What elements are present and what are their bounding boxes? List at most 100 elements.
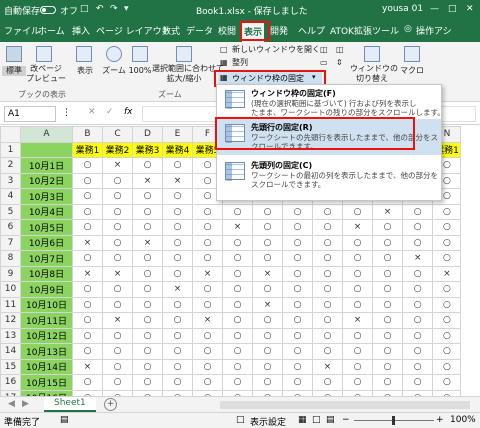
column-header[interactable]: B	[72, 126, 103, 143]
tell-me-input[interactable]: 操作アシ	[416, 24, 452, 37]
status-cell[interactable]: ○	[312, 296, 343, 313]
status-cell[interactable]: ○	[282, 296, 313, 313]
status-cell[interactable]: ×	[102, 265, 133, 282]
status-cell[interactable]: ○	[432, 234, 462, 251]
status-cell[interactable]: ○	[312, 234, 343, 251]
status-cell[interactable]: ○	[102, 281, 133, 298]
tab-developer[interactable]: 開発	[270, 24, 288, 37]
status-cell[interactable]: ○	[222, 265, 253, 282]
status-cell[interactable]: ○	[312, 281, 343, 298]
status-cell[interactable]: ○	[162, 374, 193, 391]
status-cell[interactable]: ○	[222, 312, 253, 329]
status-cell[interactable]: ○	[432, 296, 462, 313]
row-header[interactable]: 14	[0, 343, 21, 360]
tab-help[interactable]: ヘルプ	[298, 24, 325, 37]
status-cell[interactable]: ×	[222, 219, 253, 236]
status-cell[interactable]: ○	[252, 219, 283, 236]
status-cell[interactable]: ○	[192, 203, 223, 220]
status-cell[interactable]: ○	[162, 327, 193, 344]
insert-function-icon[interactable]: fx	[124, 107, 133, 117]
status-cell[interactable]: ○	[72, 219, 103, 236]
menu-item-freeze-panes[interactable]: ウィンドウ枠の固定(F) (現在の選択範囲に基づいて) 行および列を表示し たま…	[217, 85, 445, 121]
status-cell[interactable]: ○	[432, 358, 462, 375]
namebox-dropdown-icon[interactable]: ⋮	[62, 108, 71, 118]
save-icon[interactable]: □	[80, 4, 89, 14]
normal-view-button[interactable]: 標準	[2, 66, 26, 76]
status-cell[interactable]: ○	[222, 234, 253, 251]
status-cell[interactable]: ○	[72, 312, 103, 329]
status-cell[interactable]: ○	[222, 281, 253, 298]
task-header-cell[interactable]: 業務4	[162, 141, 193, 158]
status-cell[interactable]: ○	[282, 312, 313, 329]
status-cell[interactable]: ×	[72, 265, 103, 282]
status-cell[interactable]: ○	[132, 327, 163, 344]
row-header[interactable]: 9	[0, 265, 21, 282]
status-cell[interactable]: ○	[252, 374, 283, 391]
zoom-slider-thumb[interactable]	[392, 416, 395, 425]
status-cell[interactable]: ○	[72, 281, 103, 298]
status-cell[interactable]: ○	[102, 250, 133, 267]
task-header-cell[interactable]: 業務3	[132, 141, 163, 158]
status-cell[interactable]: ×	[192, 265, 223, 282]
minimize-icon[interactable]: —	[430, 4, 439, 14]
status-cell[interactable]: ○	[192, 296, 223, 313]
status-cell[interactable]: ○	[401, 312, 434, 329]
status-cell[interactable]: ○	[372, 374, 403, 391]
status-cell[interactable]: ○	[72, 188, 103, 205]
status-cell[interactable]: ○	[372, 312, 403, 329]
qat-more-icon[interactable]: ▾	[124, 4, 129, 14]
status-cell[interactable]: ○	[192, 327, 223, 344]
date-cell[interactable]: 10月14日	[20, 358, 73, 375]
status-cell[interactable]: ×	[192, 312, 223, 329]
status-cell[interactable]: ○	[401, 265, 434, 282]
status-cell[interactable]: ×	[252, 265, 283, 282]
status-cell[interactable]: ○	[222, 250, 253, 267]
column-header[interactable]: E	[162, 126, 193, 143]
status-cell[interactable]: ○	[162, 358, 193, 375]
name-box[interactable]: A1	[4, 106, 56, 122]
status-cell[interactable]: ○	[432, 250, 462, 267]
status-cell[interactable]: ○	[342, 358, 373, 375]
status-cell[interactable]: ×	[162, 281, 193, 298]
side-by-side-icon[interactable]: ◫	[336, 45, 344, 55]
status-cell[interactable]: ×	[401, 250, 434, 267]
status-cell[interactable]: ○	[252, 343, 283, 360]
status-cell[interactable]: ○	[312, 343, 343, 360]
status-cell[interactable]: ○	[132, 281, 163, 298]
normal-view-status-icon[interactable]: ▦	[298, 415, 307, 425]
zoom-out-icon[interactable]: −	[342, 415, 350, 425]
tab-review[interactable]: 校閲	[218, 24, 236, 37]
status-cell[interactable]: ○	[132, 312, 163, 329]
status-cell[interactable]: ○	[252, 358, 283, 375]
status-cell[interactable]: ○	[102, 234, 133, 251]
tab-insert[interactable]: 挿入	[72, 24, 90, 37]
status-cell[interactable]: ○	[162, 343, 193, 360]
date-cell[interactable]: 10月2日	[20, 172, 73, 189]
status-cell[interactable]: ○	[342, 327, 373, 344]
status-cell[interactable]: ○	[282, 281, 313, 298]
status-cell[interactable]: ○	[132, 157, 163, 174]
status-cell[interactable]: ○	[102, 296, 133, 313]
status-cell[interactable]: ○	[372, 281, 403, 298]
status-cell[interactable]: ○	[432, 312, 462, 329]
horizontal-scrollbar[interactable]	[220, 401, 470, 409]
status-cell[interactable]: ○	[162, 265, 193, 282]
status-cell[interactable]: ○	[102, 219, 133, 236]
new-window-button[interactable]: 新しいウィンドウを開く	[232, 45, 320, 55]
status-cell[interactable]: ×	[432, 265, 462, 282]
status-cell[interactable]: ○	[102, 327, 133, 344]
status-cell[interactable]: ○	[282, 203, 313, 220]
scroll-right-icon[interactable]: ▶	[22, 399, 29, 409]
status-cell[interactable]: ×	[162, 172, 193, 189]
status-cell[interactable]: ○	[132, 203, 163, 220]
status-cell[interactable]: ○	[342, 203, 373, 220]
status-cell[interactable]: ○	[132, 219, 163, 236]
zoom-level[interactable]: 100%	[450, 415, 476, 425]
date-cell[interactable]: 10月1日	[20, 157, 73, 174]
status-cell[interactable]: ○	[162, 296, 193, 313]
status-cell[interactable]: ○	[102, 358, 133, 375]
tab-data[interactable]: データ	[186, 24, 213, 37]
status-cell[interactable]: ○	[132, 188, 163, 205]
status-cell[interactable]: ○	[432, 281, 462, 298]
status-cell[interactable]: ○	[102, 172, 133, 189]
